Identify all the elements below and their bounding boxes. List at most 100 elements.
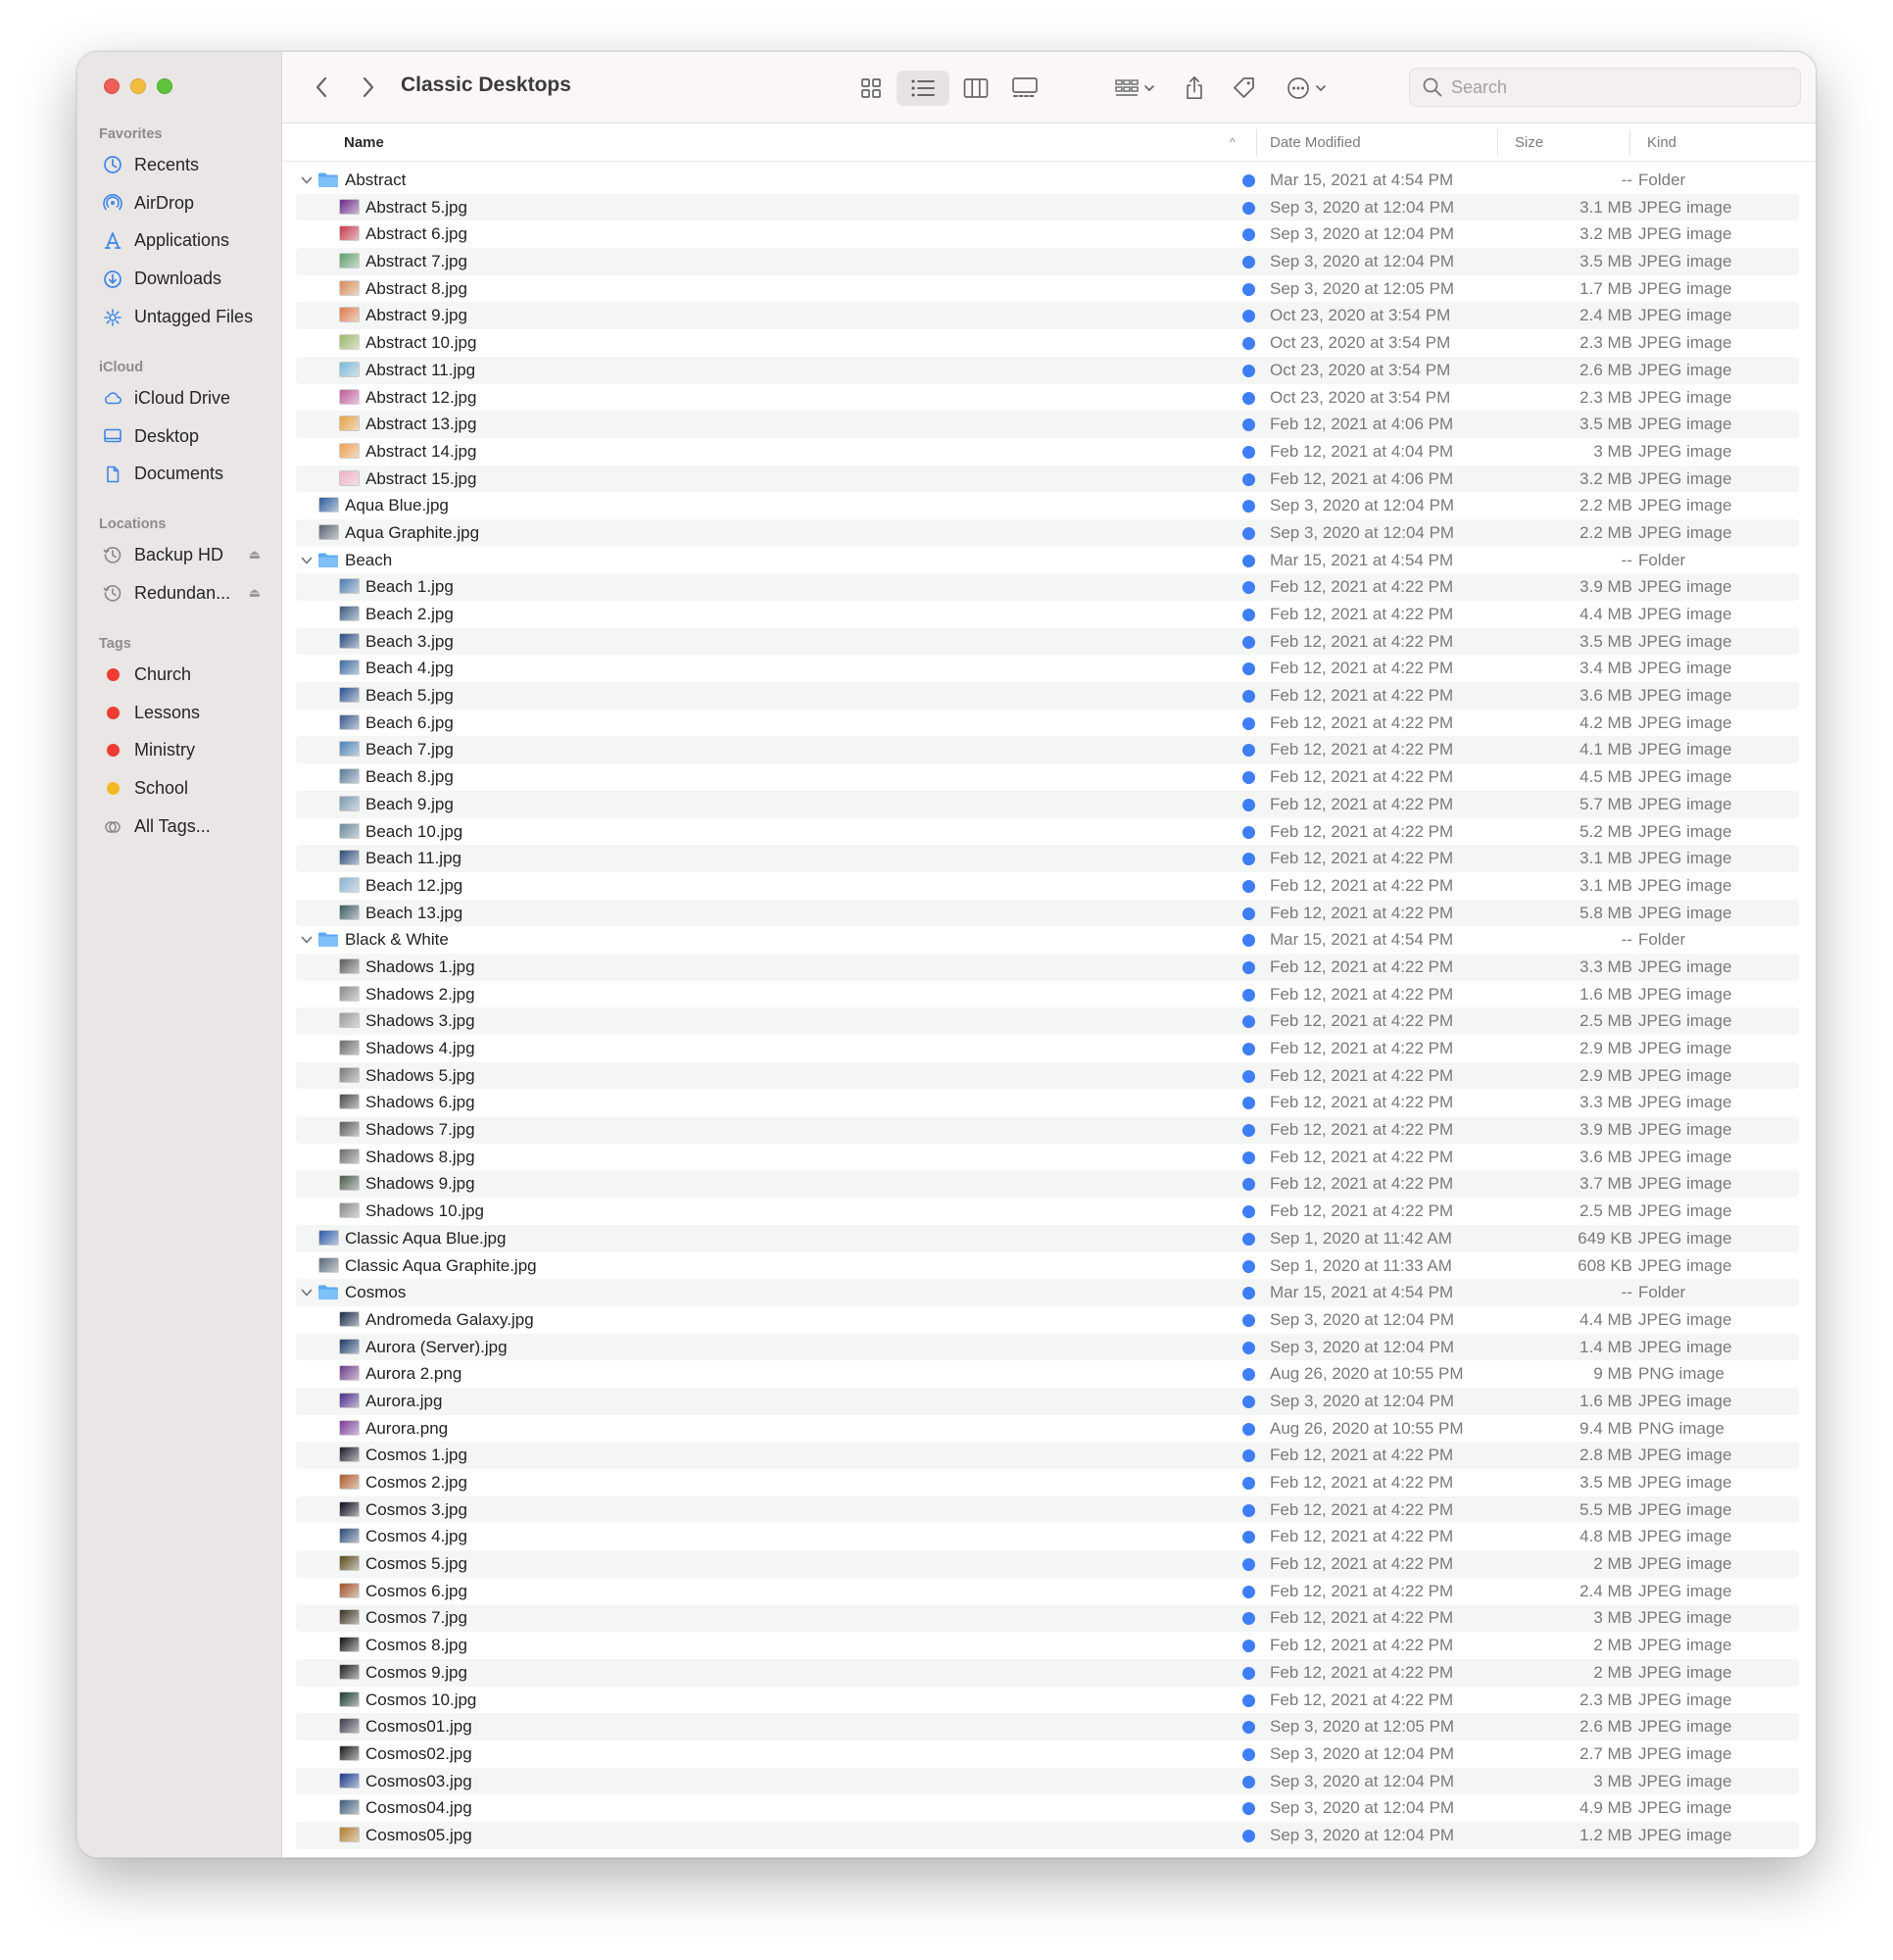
share-button[interactable]	[1180, 71, 1209, 106]
eject-icon[interactable]: ⏏	[249, 585, 261, 601]
disclosure-chevron-icon[interactable]	[301, 935, 313, 945]
file-row[interactable]: Cosmos05.jpg Sep 3, 2020 at 12:04 PM 1.2 M…	[296, 1821, 1799, 1849]
file-row[interactable]: Beach 13.jpg Feb 12, 2021 at 4:22 PM 5.8 M…	[296, 899, 1799, 927]
folder-row[interactable]: Abstract Mar 15, 2021 at 4:54 PM -- Folder	[296, 167, 1799, 194]
sidebar-tag-school[interactable]: School	[77, 769, 282, 808]
sort-ascending-icon[interactable]: ^	[1230, 123, 1236, 162]
forward-button[interactable]	[355, 72, 382, 103]
folder-row[interactable]: Beach Mar 15, 2021 at 4:54 PM -- Folder	[296, 547, 1799, 574]
column-header-size[interactable]: Size	[1515, 123, 1543, 162]
gallery-view-button[interactable]	[1005, 71, 1044, 106]
column-divider[interactable]	[1497, 129, 1498, 156]
disclosure-chevron-icon[interactable]	[301, 556, 313, 565]
file-row[interactable]: Beach 7.jpg Feb 12, 2021 at 4:22 PM 4.1 MB…	[296, 736, 1799, 764]
sidebar-tag-lessons[interactable]: Lessons	[77, 694, 282, 732]
sidebar-item-icloud-drive[interactable]: iCloud Drive	[77, 379, 282, 417]
sidebar-item-untagged-files[interactable]: Untagged Files	[77, 298, 282, 336]
file-row[interactable]: Beach 9.jpg Feb 12, 2021 at 4:22 PM 5.7 MB…	[296, 790, 1799, 818]
file-row[interactable]: Abstract 12.jpg Oct 23, 2020 at 3:54 PM 2.…	[296, 384, 1799, 412]
file-row[interactable]: Abstract 15.jpg Feb 12, 2021 at 4:06 PM 3.…	[296, 465, 1799, 493]
file-row[interactable]: Andromeda Galaxy.jpg Sep 3, 2020 at 12:04…	[296, 1306, 1799, 1334]
file-row[interactable]: Abstract 9.jpg Oct 23, 2020 at 3:54 PM 2.4…	[296, 302, 1799, 330]
sidebar-item-backup-hd[interactable]: Backup HD ⏏	[77, 536, 282, 574]
zoom-window-button[interactable]	[157, 78, 172, 94]
file-row[interactable]: Beach 5.jpg Feb 12, 2021 at 4:22 PM 3.6 MB…	[296, 682, 1799, 710]
file-row[interactable]: Shadows 5.jpg Feb 12, 2021 at 4:22 PM 2.9 …	[296, 1061, 1799, 1090]
file-row[interactable]: Aurora 2.png Aug 26, 2020 at 10:55 PM 9 MB…	[296, 1360, 1799, 1388]
sidebar-item-downloads[interactable]: Downloads	[77, 260, 282, 298]
file-row[interactable]: Shadows 6.jpg Feb 12, 2021 at 4:22 PM 3.3 …	[296, 1089, 1799, 1116]
file-row[interactable]: Aurora.png Aug 26, 2020 at 10:55 PM 9.4 MB…	[296, 1415, 1799, 1443]
sidebar-tag-church[interactable]: Church	[77, 656, 282, 694]
search-field[interactable]	[1409, 68, 1801, 107]
file-row[interactable]: Shadows 8.jpg Feb 12, 2021 at 4:22 PM 3.6 …	[296, 1144, 1799, 1171]
sidebar-item-redundant[interactable]: Redundan... ⏏	[77, 574, 282, 612]
eject-icon[interactable]: ⏏	[249, 547, 261, 563]
file-row[interactable]: Shadows 7.jpg Feb 12, 2021 at 4:22 PM 3.9 …	[296, 1116, 1799, 1144]
file-row[interactable]: Shadows 2.jpg Feb 12, 2021 at 4:22 PM 1.6 …	[296, 981, 1799, 1008]
file-row[interactable]: Cosmos03.jpg Sep 3, 2020 at 12:04 PM 3 MB J…	[296, 1767, 1799, 1795]
file-row[interactable]: Cosmos 5.jpg Feb 12, 2021 at 4:22 PM 2 MB J…	[296, 1550, 1799, 1578]
column-header-name[interactable]: Name	[344, 123, 384, 162]
file-row[interactable]: Cosmos 6.jpg Feb 12, 2021 at 4:22 PM 2.4 M…	[296, 1578, 1799, 1605]
file-row[interactable]: Cosmos 10.jpg Feb 12, 2021 at 4:22 PM 2.3 …	[296, 1687, 1799, 1714]
file-row[interactable]: Abstract 7.jpg Sep 3, 2020 at 12:04 PM 3.5…	[296, 248, 1799, 275]
file-row[interactable]: Abstract 14.jpg Feb 12, 2021 at 4:04 PM 3 …	[296, 438, 1799, 466]
file-row[interactable]: Beach 6.jpg Feb 12, 2021 at 4:22 PM 4.2 MB…	[296, 710, 1799, 737]
file-row[interactable]: Classic Aqua Graphite.jpg Sep 1, 2020 at …	[296, 1252, 1799, 1280]
sidebar-item-documents[interactable]: Documents	[77, 456, 282, 494]
file-row[interactable]: Aurora.jpg Sep 3, 2020 at 12:04 PM 1.6 MB J…	[296, 1387, 1799, 1415]
file-row[interactable]: Abstract 5.jpg Sep 3, 2020 at 12:04 PM 3.1…	[296, 193, 1799, 221]
close-window-button[interactable]	[104, 78, 120, 94]
file-row[interactable]: Beach 8.jpg Feb 12, 2021 at 4:22 PM 4.5 MB…	[296, 763, 1799, 791]
file-row[interactable]: Cosmos01.jpg Sep 3, 2020 at 12:05 PM 2.6 M…	[296, 1713, 1799, 1740]
column-header-kind[interactable]: Kind	[1647, 123, 1676, 162]
column-divider[interactable]	[1629, 129, 1630, 156]
file-row[interactable]: Cosmos 2.jpg Feb 12, 2021 at 4:22 PM 3.5 M…	[296, 1469, 1799, 1496]
column-header-date[interactable]: Date Modified	[1270, 123, 1361, 162]
file-row[interactable]: Cosmos04.jpg Sep 3, 2020 at 12:04 PM 4.9 M…	[296, 1794, 1799, 1822]
file-row[interactable]: Cosmos02.jpg Sep 3, 2020 at 12:04 PM 2.7 M…	[296, 1740, 1799, 1768]
file-row[interactable]: Aurora (Server).jpg Sep 3, 2020 at 12:04 …	[296, 1333, 1799, 1361]
file-row[interactable]: Cosmos 9.jpg Feb 12, 2021 at 4:22 PM 2 MB J…	[296, 1658, 1799, 1687]
group-by-button[interactable]	[1110, 71, 1161, 106]
file-row[interactable]: Cosmos 7.jpg Feb 12, 2021 at 4:22 PM 3 MB J…	[296, 1604, 1799, 1633]
disclosure-chevron-icon[interactable]	[301, 1288, 313, 1298]
file-row[interactable]: Shadows 9.jpg Feb 12, 2021 at 4:22 PM 3.7 …	[296, 1170, 1799, 1199]
action-menu-button[interactable]	[1282, 71, 1335, 106]
column-divider[interactable]	[1256, 129, 1257, 156]
file-row[interactable]: Cosmos 1.jpg Feb 12, 2021 at 4:22 PM 2.8 M…	[296, 1442, 1799, 1469]
file-row[interactable]: Beach 12.jpg Feb 12, 2021 at 4:22 PM 3.1 M…	[296, 872, 1799, 900]
file-row[interactable]: Cosmos 4.jpg Feb 12, 2021 at 4:22 PM 4.8 M…	[296, 1523, 1799, 1550]
list-view-button[interactable]	[897, 71, 949, 106]
file-row[interactable]: Classic Aqua Blue.jpg Sep 1, 2020 at 11:4…	[296, 1224, 1799, 1252]
sidebar-item-recents[interactable]: Recents	[77, 146, 282, 184]
icon-view-button[interactable]	[853, 71, 889, 106]
column-view-button[interactable]	[958, 71, 994, 106]
file-row[interactable]: Aqua Blue.jpg Sep 3, 2020 at 12:04 PM 2.2 …	[296, 492, 1799, 519]
file-row[interactable]: Beach 4.jpg Feb 12, 2021 at 4:22 PM 3.4 MB…	[296, 655, 1799, 682]
file-row[interactable]: Beach 11.jpg Feb 12, 2021 at 4:22 PM 3.1 M…	[296, 845, 1799, 872]
file-row[interactable]: Abstract 11.jpg Oct 23, 2020 at 3:54 PM 2.…	[296, 356, 1799, 384]
back-button[interactable]	[308, 72, 335, 103]
file-row[interactable]: Aqua Graphite.jpg Sep 3, 2020 at 12:04 PM…	[296, 518, 1799, 547]
minimize-window-button[interactable]	[130, 78, 146, 94]
sidebar-item-applications[interactable]: Applications	[77, 222, 282, 261]
file-row[interactable]: Shadows 3.jpg Feb 12, 2021 at 4:22 PM 2.5 …	[296, 1007, 1799, 1035]
sidebar-all-tags[interactable]: All Tags...	[77, 808, 282, 846]
folder-row[interactable]: Cosmos Mar 15, 2021 at 4:54 PM -- Folder	[296, 1279, 1799, 1306]
sidebar-tag-ministry[interactable]: Ministry	[77, 732, 282, 770]
file-row[interactable]: Beach 10.jpg Feb 12, 2021 at 4:22 PM 5.2 M…	[296, 818, 1799, 846]
file-row[interactable]: Cosmos 8.jpg Feb 12, 2021 at 4:22 PM 2 MB J…	[296, 1632, 1799, 1659]
file-row[interactable]: Cosmos 3.jpg Feb 12, 2021 at 4:22 PM 5.5 M…	[296, 1495, 1799, 1524]
file-row[interactable]: Abstract 6.jpg Sep 3, 2020 at 12:04 PM 3.2…	[296, 220, 1799, 248]
file-row[interactable]: Beach 3.jpg Feb 12, 2021 at 4:22 PM 3.5 MB…	[296, 627, 1799, 656]
search-input[interactable]	[1451, 76, 1765, 98]
disclosure-chevron-icon[interactable]	[301, 175, 313, 185]
file-row[interactable]: Beach 1.jpg Feb 12, 2021 at 4:22 PM 3.9 MB…	[296, 573, 1799, 601]
file-row[interactable]: Shadows 4.jpg Feb 12, 2021 at 4:22 PM 2.9 …	[296, 1035, 1799, 1062]
tags-button[interactable]	[1229, 71, 1260, 106]
file-row[interactable]: Abstract 10.jpg Oct 23, 2020 at 3:54 PM 2.…	[296, 329, 1799, 357]
file-row[interactable]: Shadows 1.jpg Feb 12, 2021 at 4:22 PM 3.3 …	[296, 953, 1799, 981]
file-row[interactable]: Abstract 8.jpg Sep 3, 2020 at 12:05 PM 1.7…	[296, 275, 1799, 303]
